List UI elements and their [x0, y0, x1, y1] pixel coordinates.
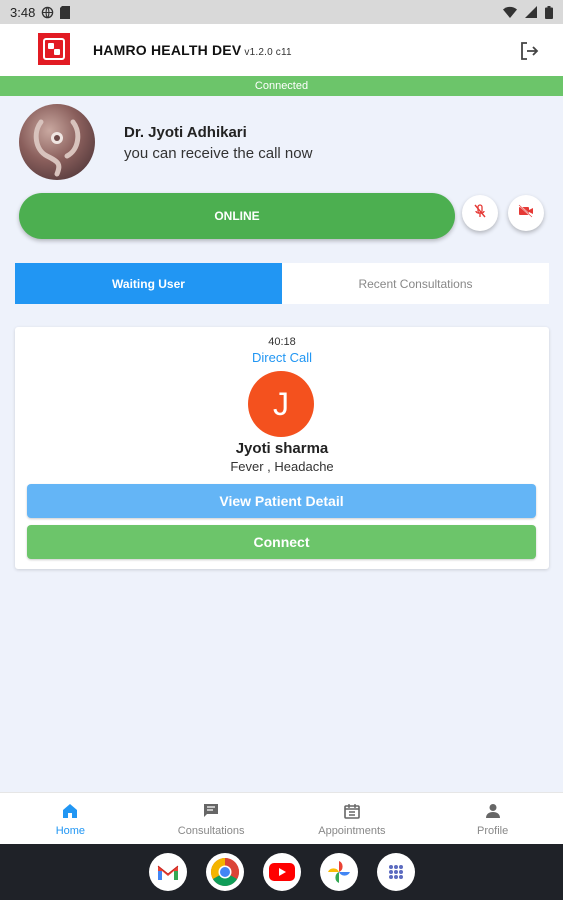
- patient-name: Jyoti sharma: [235, 440, 329, 457]
- youtube-icon[interactable]: [262, 853, 301, 891]
- online-status-button[interactable]: ONLINE: [19, 193, 455, 239]
- nav-home[interactable]: Home: [0, 793, 141, 844]
- doctor-avatar: [19, 104, 95, 180]
- doctor-name: Dr. Jyoti Adhikari: [124, 124, 247, 141]
- chat-icon: [201, 801, 221, 821]
- logout-icon[interactable]: [517, 39, 541, 63]
- person-icon: [483, 801, 503, 821]
- nav-home-label: Home: [55, 824, 86, 837]
- doctor-status-text: you can receive the call now: [124, 145, 313, 162]
- video-off-button[interactable]: [508, 195, 544, 231]
- patient-symptoms: Fever , Headache: [230, 459, 334, 474]
- app-title: HAMRO HEALTH DEV v1.2.0 c11: [93, 42, 292, 58]
- tab-waiting-user[interactable]: Waiting User: [15, 263, 282, 304]
- nav-appointments-label: Appointments: [318, 824, 386, 837]
- call-type: Direct Call: [252, 350, 312, 365]
- battery-icon: [545, 5, 553, 19]
- nav-profile[interactable]: Profile: [422, 793, 563, 844]
- connection-status-bar: Connected: [0, 76, 563, 96]
- video-off-icon: [517, 203, 535, 224]
- sim-icon: [60, 5, 71, 19]
- waiting-user-card: 40:18 Direct Call J Jyoti sharma Fever ,…: [15, 327, 549, 569]
- tab-recent-consultations[interactable]: Recent Consultations: [282, 263, 549, 304]
- apps-icon[interactable]: [376, 853, 415, 891]
- app-version: v1.2.0 c11: [244, 47, 292, 58]
- wifi-icon: [503, 6, 517, 18]
- calendar-icon: [342, 801, 362, 821]
- app-logo: [38, 33, 70, 65]
- gmail-icon[interactable]: [148, 853, 187, 891]
- system-dock: [0, 844, 563, 900]
- mic-off-icon: [472, 203, 488, 224]
- home-icon: [60, 801, 80, 821]
- clock: 3:48: [10, 4, 36, 20]
- bottom-navigation: Home Consultations Appointments Profile: [0, 792, 563, 844]
- consultation-tabs: Waiting User Recent Consultations: [15, 263, 549, 304]
- status-bar: 3:48: [0, 0, 563, 24]
- nav-consultations-label: Consultations: [177, 824, 245, 837]
- photos-icon[interactable]: [319, 853, 358, 891]
- nav-appointments[interactable]: Appointments: [282, 793, 423, 844]
- patient-avatar: J: [248, 371, 314, 437]
- globe-icon: [41, 6, 54, 19]
- app-bar: HAMRO HEALTH DEV v1.2.0 c11: [0, 24, 563, 76]
- nav-profile-label: Profile: [477, 824, 509, 837]
- nav-consultations[interactable]: Consultations: [141, 793, 282, 844]
- connect-button[interactable]: Connect: [27, 525, 536, 559]
- signal-icon: [525, 6, 537, 18]
- call-timer: 40:18: [268, 336, 296, 348]
- chrome-icon[interactable]: [205, 853, 244, 891]
- view-patient-detail-button[interactable]: View Patient Detail: [27, 484, 536, 518]
- mic-off-button[interactable]: [462, 195, 498, 231]
